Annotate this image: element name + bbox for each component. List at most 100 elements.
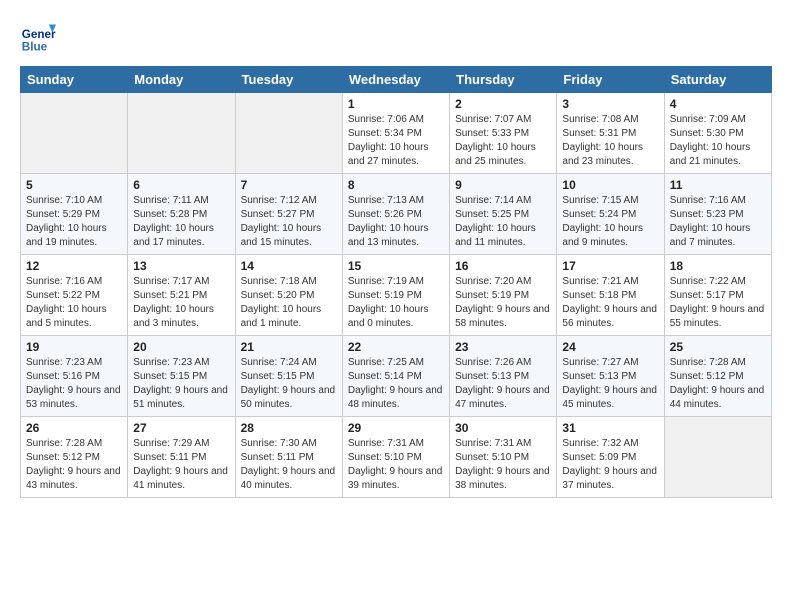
calendar-cell: 28Sunrise: 7:30 AMSunset: 5:11 PMDayligh… <box>235 417 342 498</box>
svg-text:General: General <box>22 28 56 41</box>
day-info: Sunrise: 7:29 AMSunset: 5:11 PMDaylight:… <box>133 437 229 493</box>
day-number: 14 <box>241 259 337 273</box>
day-number: 26 <box>26 421 122 435</box>
day-info: Sunrise: 7:28 AMSunset: 5:12 PMDaylight:… <box>26 437 122 493</box>
day-info: Sunrise: 7:20 AMSunset: 5:19 PMDaylight:… <box>455 275 551 331</box>
calendar-cell: 22 Sunrise: 7:25 AMSunset: 5:14 PMDayligh… <box>342 336 449 417</box>
calendar-cell: 7 Sunrise: 7:12 AMSunset: 5:27 PMDaylight… <box>235 174 342 255</box>
day-info: Sunrise: 7:26 AMSunset: 5:13 PMDaylight:… <box>455 356 551 412</box>
day-info: Sunrise: 7:30 AMSunset: 5:11 PMDaylight:… <box>241 437 337 493</box>
day-info: Sunrise: 7:07 AMSunset: 5:33 PMDaylight:… <box>455 113 551 169</box>
calendar-cell: 9 Sunrise: 7:14 AMSunset: 5:25 PMDaylight… <box>450 174 557 255</box>
day-number: 11 <box>670 178 766 192</box>
calendar-cell: 18 Sunrise: 7:22 AMSunset: 5:17 PMDayligh… <box>664 255 771 336</box>
day-number: 24 <box>562 340 658 354</box>
calendar-cell: 12 Sunrise: 7:16 AMSunset: 5:22 PMDayligh… <box>21 255 128 336</box>
day-info: Sunrise: 7:09 AMSunset: 5:30 PMDaylight:… <box>670 113 766 169</box>
day-number: 23 <box>455 340 551 354</box>
day-number: 1 <box>348 97 444 111</box>
calendar-cell: 4 Sunrise: 7:09 AMSunset: 5:30 PMDaylight… <box>664 93 771 174</box>
day-info: Sunrise: 7:12 AMSunset: 5:27 PMDaylight:… <box>241 194 337 250</box>
calendar-cell: 19 Sunrise: 7:23 AMSunset: 5:16 PMDayligh… <box>21 336 128 417</box>
calendar-cell: 3 Sunrise: 7:08 AMSunset: 5:31 PMDaylight… <box>557 93 664 174</box>
weekday-header-saturday: Saturday <box>664 67 771 93</box>
weekday-header-sunday: Sunday <box>21 67 128 93</box>
day-info: Sunrise: 7:17 AMSunset: 5:21 PMDaylight:… <box>133 275 229 331</box>
day-info: Sunrise: 7:16 AMSunset: 5:23 PMDaylight:… <box>670 194 766 250</box>
calendar-cell: 26 Sunrise: 7:28 AMSunset: 5:12 PMDayligh… <box>21 417 128 498</box>
week-row-3: 12 Sunrise: 7:16 AMSunset: 5:22 PMDayligh… <box>21 255 772 336</box>
calendar-cell: 14Sunrise: 7:18 AMSunset: 5:20 PMDayligh… <box>235 255 342 336</box>
day-info: Sunrise: 7:23 AMSunset: 5:15 PMDaylight:… <box>133 356 229 412</box>
day-number: 16 <box>455 259 551 273</box>
day-number: 12 <box>26 259 122 273</box>
calendar-cell: 2Sunrise: 7:07 AMSunset: 5:33 PMDaylight… <box>450 93 557 174</box>
day-number: 30 <box>455 421 551 435</box>
day-number: 4 <box>670 97 766 111</box>
day-info: Sunrise: 7:14 AMSunset: 5:25 PMDaylight:… <box>455 194 551 250</box>
day-info: Sunrise: 7:15 AMSunset: 5:24 PMDaylight:… <box>562 194 658 250</box>
day-info: Sunrise: 7:13 AMSunset: 5:26 PMDaylight:… <box>348 194 444 250</box>
day-number: 8 <box>348 178 444 192</box>
day-number: 10 <box>562 178 658 192</box>
calendar-cell: 5Sunrise: 7:10 AMSunset: 5:29 PMDaylight… <box>21 174 128 255</box>
day-info: Sunrise: 7:31 AMSunset: 5:10 PMDaylight:… <box>348 437 444 493</box>
calendar-cell: 31 Sunrise: 7:32 AMSunset: 5:09 PMDayligh… <box>557 417 664 498</box>
calendar-cell: 24 Sunrise: 7:27 AMSunset: 5:13 PMDayligh… <box>557 336 664 417</box>
week-row-4: 19 Sunrise: 7:23 AMSunset: 5:16 PMDayligh… <box>21 336 772 417</box>
calendar-cell <box>664 417 771 498</box>
day-number: 13 <box>133 259 229 273</box>
calendar-cell: 23 Sunrise: 7:26 AMSunset: 5:13 PMDayligh… <box>450 336 557 417</box>
day-number: 21 <box>241 340 337 354</box>
calendar-cell: 6Sunrise: 7:11 AMSunset: 5:28 PMDaylight… <box>128 174 235 255</box>
weekday-header-tuesday: Tuesday <box>235 67 342 93</box>
day-info: Sunrise: 7:25 AMSunset: 5:14 PMDaylight:… <box>348 356 444 412</box>
day-number: 31 <box>562 421 658 435</box>
day-info: Sunrise: 7:22 AMSunset: 5:17 PMDaylight:… <box>670 275 766 331</box>
weekday-header-friday: Friday <box>557 67 664 93</box>
calendar-cell: 27 Sunrise: 7:29 AMSunset: 5:11 PMDayligh… <box>128 417 235 498</box>
day-number: 27 <box>133 421 229 435</box>
weekday-header-row: SundayMondayTuesdayWednesdayThursdayFrid… <box>21 67 772 93</box>
day-info: Sunrise: 7:16 AMSunset: 5:22 PMDaylight:… <box>26 275 122 331</box>
day-number: 29 <box>348 421 444 435</box>
logo: General Blue <box>20 20 60 56</box>
day-number: 20 <box>133 340 229 354</box>
calendar-cell: 1 Sunrise: 7:06 AMSunset: 5:34 PMDaylight… <box>342 93 449 174</box>
day-number: 7 <box>241 178 337 192</box>
day-info: Sunrise: 7:23 AMSunset: 5:16 PMDaylight:… <box>26 356 122 412</box>
day-info: Sunrise: 7:27 AMSunset: 5:13 PMDaylight:… <box>562 356 658 412</box>
calendar-table: SundayMondayTuesdayWednesdayThursdayFrid… <box>20 66 772 498</box>
calendar-cell: 10 Sunrise: 7:15 AMSunset: 5:24 PMDayligh… <box>557 174 664 255</box>
svg-text:Blue: Blue <box>22 41 48 54</box>
day-info: Sunrise: 7:32 AMSunset: 5:09 PMDaylight:… <box>562 437 658 493</box>
calendar-cell: 21Sunrise: 7:24 AMSunset: 5:15 PMDayligh… <box>235 336 342 417</box>
calendar-cell: 15Sunrise: 7:19 AMSunset: 5:19 PMDayligh… <box>342 255 449 336</box>
day-info: Sunrise: 7:08 AMSunset: 5:31 PMDaylight:… <box>562 113 658 169</box>
calendar-cell <box>21 93 128 174</box>
day-number: 6 <box>133 178 229 192</box>
calendar-cell: 25 Sunrise: 7:28 AMSunset: 5:12 PMDayligh… <box>664 336 771 417</box>
day-number: 3 <box>562 97 658 111</box>
day-info: Sunrise: 7:31 AMSunset: 5:10 PMDaylight:… <box>455 437 551 493</box>
week-row-2: 5Sunrise: 7:10 AMSunset: 5:29 PMDaylight… <box>21 174 772 255</box>
calendar-cell: 30 Sunrise: 7:31 AMSunset: 5:10 PMDayligh… <box>450 417 557 498</box>
day-info: Sunrise: 7:06 AMSunset: 5:34 PMDaylight:… <box>348 113 444 169</box>
week-row-5: 26 Sunrise: 7:28 AMSunset: 5:12 PMDayligh… <box>21 417 772 498</box>
weekday-header-thursday: Thursday <box>450 67 557 93</box>
header: General Blue <box>20 20 772 56</box>
calendar-cell: 16 Sunrise: 7:20 AMSunset: 5:19 PMDayligh… <box>450 255 557 336</box>
day-number: 22 <box>348 340 444 354</box>
day-info: Sunrise: 7:19 AMSunset: 5:19 PMDaylight:… <box>348 275 444 331</box>
calendar-cell: 13 Sunrise: 7:17 AMSunset: 5:21 PMDayligh… <box>128 255 235 336</box>
day-number: 9 <box>455 178 551 192</box>
weekday-header-wednesday: Wednesday <box>342 67 449 93</box>
day-number: 18 <box>670 259 766 273</box>
day-number: 19 <box>26 340 122 354</box>
calendar-cell <box>235 93 342 174</box>
calendar-cell <box>128 93 235 174</box>
day-info: Sunrise: 7:28 AMSunset: 5:12 PMDaylight:… <box>670 356 766 412</box>
day-number: 25 <box>670 340 766 354</box>
weekday-header-monday: Monday <box>128 67 235 93</box>
calendar-cell: 11 Sunrise: 7:16 AMSunset: 5:23 PMDayligh… <box>664 174 771 255</box>
